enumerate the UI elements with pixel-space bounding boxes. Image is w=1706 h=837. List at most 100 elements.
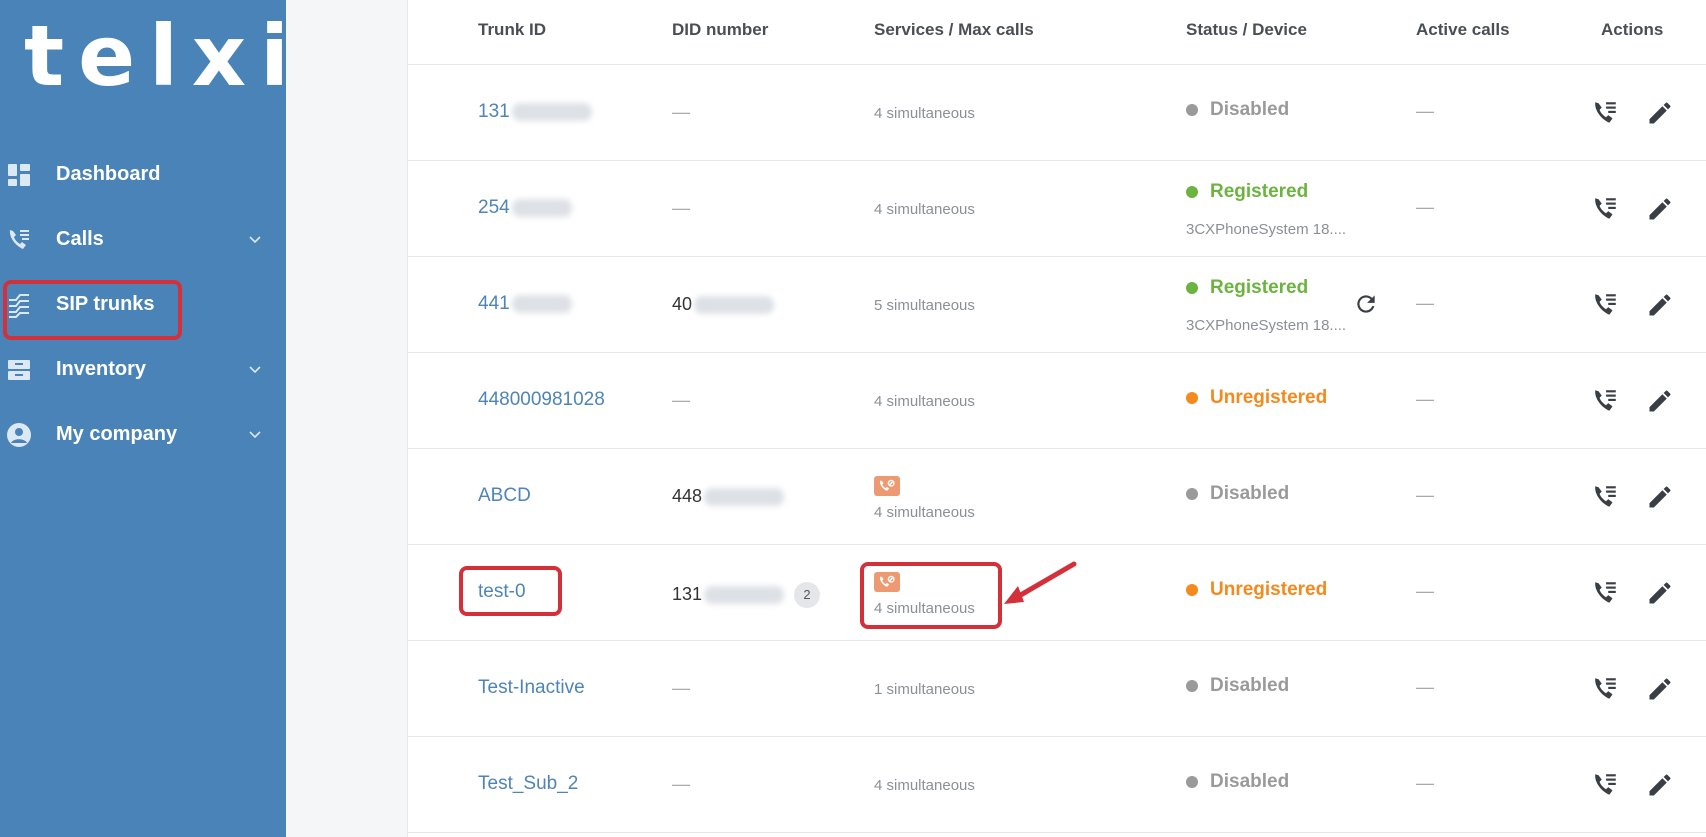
status-text: Disabled: [1210, 99, 1290, 120]
status: Disabled: [1186, 675, 1289, 697]
call-log-icon[interactable]: [1591, 99, 1619, 127]
status-text: Disabled: [1210, 483, 1290, 504]
table-row: Test_Sub_2 — 4 simultaneous Disabled —: [408, 737, 1706, 833]
trunk-id-link[interactable]: 131: [478, 101, 592, 123]
column-header-active-calls[interactable]: Active calls: [1416, 20, 1510, 40]
status-dot: [1186, 680, 1198, 692]
active-calls: —: [1416, 677, 1434, 697]
annotation-box-services: [860, 562, 1002, 629]
table-row: ABCD 448 4 simultaneous Disabled —: [408, 449, 1706, 545]
calls-icon: [6, 227, 32, 253]
status-text: Registered: [1210, 181, 1309, 202]
call-log-icon[interactable]: [1591, 195, 1619, 223]
device-name: 3CXPhoneSystem 18....: [1186, 317, 1347, 334]
dashboard-icon: [6, 162, 32, 188]
edit-icon[interactable]: [1646, 195, 1674, 223]
company-icon: [6, 422, 32, 448]
status-text: Unregistered: [1210, 387, 1328, 408]
edit-icon[interactable]: [1646, 291, 1674, 319]
chevron-down-icon[interactable]: [248, 363, 262, 377]
status: Registered: [1186, 277, 1308, 299]
active-calls: —: [1416, 293, 1434, 313]
status: Registered: [1186, 181, 1308, 203]
status-dot: [1186, 104, 1198, 116]
did-number: —: [672, 102, 690, 122]
column-header-status[interactable]: Status / Device: [1186, 20, 1307, 40]
active-calls: —: [1416, 389, 1434, 409]
voicemail-service-icon: [874, 476, 900, 496]
call-log-icon[interactable]: [1591, 387, 1619, 415]
status: Disabled: [1186, 483, 1289, 505]
sidebar-item-my-company[interactable]: My company: [0, 402, 286, 467]
sidebar-item-sip-trunks[interactable]: SIP trunks: [0, 272, 286, 340]
edit-icon[interactable]: [1646, 771, 1674, 799]
column-header-trunk-id[interactable]: Trunk ID: [478, 20, 546, 40]
status-dot: [1186, 282, 1198, 294]
table-header: Trunk ID DID number Services / Max calls…: [408, 0, 1706, 65]
active-calls: —: [1416, 197, 1434, 217]
column-header-actions: Actions: [1601, 20, 1664, 39]
chevron-down-icon[interactable]: [248, 428, 262, 442]
call-log-icon[interactable]: [1591, 675, 1619, 703]
active-calls: —: [1416, 485, 1434, 505]
trunk-id-link[interactable]: 448000981028: [478, 389, 605, 411]
redacted-text: [511, 294, 572, 313]
call-log-icon[interactable]: [1591, 579, 1619, 607]
annotation-box-trunk-id: [459, 566, 562, 616]
sidebar-item-calls[interactable]: Calls: [0, 207, 286, 272]
did-count-badge[interactable]: 2: [794, 582, 821, 608]
status-dot: [1186, 584, 1198, 596]
trunk-id-link[interactable]: 254: [478, 197, 572, 219]
sidebar-item-label: Dashboard: [56, 163, 161, 185]
max-calls: 4 simultaneous: [874, 393, 975, 410]
call-log-icon[interactable]: [1591, 771, 1619, 799]
sidebar-item-label: SIP trunks: [56, 293, 155, 315]
edit-icon[interactable]: [1646, 99, 1674, 127]
sidebar-item-label: Calls: [56, 228, 104, 250]
inventory-icon: [6, 357, 32, 383]
did-number: —: [672, 774, 690, 794]
column-header-services[interactable]: Services / Max calls: [874, 20, 1034, 40]
annotation-arrow-icon: [1004, 561, 1077, 604]
call-log-icon[interactable]: [1591, 291, 1619, 319]
status-text: Registered: [1210, 277, 1309, 298]
sidebar-nav: Dashboard Calls SIP trunks Inventory My …: [0, 142, 286, 467]
active-calls: —: [1416, 773, 1434, 793]
edit-icon[interactable]: [1646, 483, 1674, 511]
table-row: 441 40 5 simultaneous Registered 3CXPhon…: [408, 257, 1706, 353]
max-calls: 5 simultaneous: [874, 297, 975, 314]
status: Unregistered: [1186, 579, 1327, 601]
edit-icon[interactable]: [1646, 675, 1674, 703]
active-calls: —: [1416, 101, 1434, 121]
edit-icon[interactable]: [1646, 387, 1674, 415]
status-dot: [1186, 776, 1198, 788]
status-text: Disabled: [1210, 675, 1290, 696]
active-calls: —: [1416, 581, 1434, 601]
sidebar-item-inventory[interactable]: Inventory: [0, 337, 286, 402]
table-row: 254 — 4 simultaneous Registered 3CXPhone…: [408, 161, 1706, 257]
sip-trunks-table: Trunk ID DID number Services / Max calls…: [407, 0, 1706, 837]
trunk-id-link[interactable]: Test-Inactive: [478, 677, 585, 699]
sidebar-item-label: Inventory: [56, 358, 147, 380]
max-calls: 4 simultaneous: [874, 777, 975, 794]
table-row: 448000981028 — 4 simultaneous Unregister…: [408, 353, 1706, 449]
did-number: 448: [672, 486, 785, 507]
status: Disabled: [1186, 99, 1289, 121]
edit-icon[interactable]: [1646, 579, 1674, 607]
refresh-icon[interactable]: [1353, 291, 1379, 317]
sidebar-item-label: My company: [56, 423, 178, 445]
trunk-id-link[interactable]: ABCD: [478, 485, 531, 507]
call-log-icon[interactable]: [1591, 483, 1619, 511]
sidebar: telxi Dashboard Calls SIP trunks Invento…: [0, 0, 289, 837]
did-number: —: [672, 198, 690, 218]
trunk-id-link[interactable]: Test_Sub_2: [478, 773, 578, 795]
did-number: —: [672, 390, 690, 410]
telxi-logo[interactable]: telxi: [24, 14, 303, 98]
status: Unregistered: [1186, 387, 1327, 409]
trunk-id-link[interactable]: 441: [478, 293, 572, 315]
column-header-did-number[interactable]: DID number: [672, 20, 768, 40]
chevron-down-icon[interactable]: [248, 233, 262, 247]
max-calls: 4 simultaneous: [874, 201, 975, 218]
status-text: Disabled: [1210, 771, 1290, 792]
sidebar-item-dashboard[interactable]: Dashboard: [0, 142, 286, 207]
